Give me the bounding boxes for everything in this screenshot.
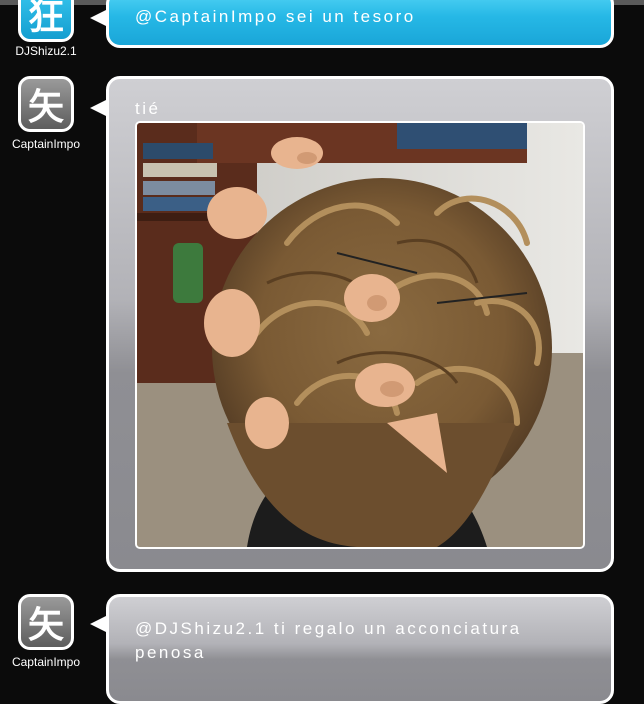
bubble-tail — [90, 616, 106, 632]
bubble-tail — [90, 10, 106, 26]
message-text: tié — [135, 99, 161, 118]
username[interactable]: CaptainImpo — [0, 655, 92, 669]
avatar-glyph: 狂 — [27, 0, 64, 38]
message-bubble: @CaptainImpo sei un tesoro — [106, 0, 614, 48]
message-bubble: @DJShizu2.1 ti regalo un acconciatura pe… — [106, 594, 614, 704]
bubble-tail — [90, 100, 106, 116]
avatar-glyph: 矢 — [27, 605, 64, 646]
message-text-line: penosa — [135, 643, 206, 662]
avatar[interactable]: 矢 — [18, 594, 74, 650]
username[interactable]: CaptainImpo — [0, 137, 92, 151]
avatar-glyph: 矢 — [27, 87, 64, 128]
message-bubble: tié — [106, 76, 614, 572]
message-text-line: @DJShizu2.1 ti regalo un acconciatura — [135, 619, 522, 638]
message-text: @CaptainImpo sei un tesoro — [135, 7, 416, 26]
avatar[interactable]: 矢 — [18, 76, 74, 132]
photo-image — [137, 123, 583, 547]
avatar[interactable]: 狂 — [18, 0, 74, 42]
attached-photo[interactable] — [135, 121, 585, 549]
username[interactable]: DJShizu2.1 — [0, 44, 92, 58]
